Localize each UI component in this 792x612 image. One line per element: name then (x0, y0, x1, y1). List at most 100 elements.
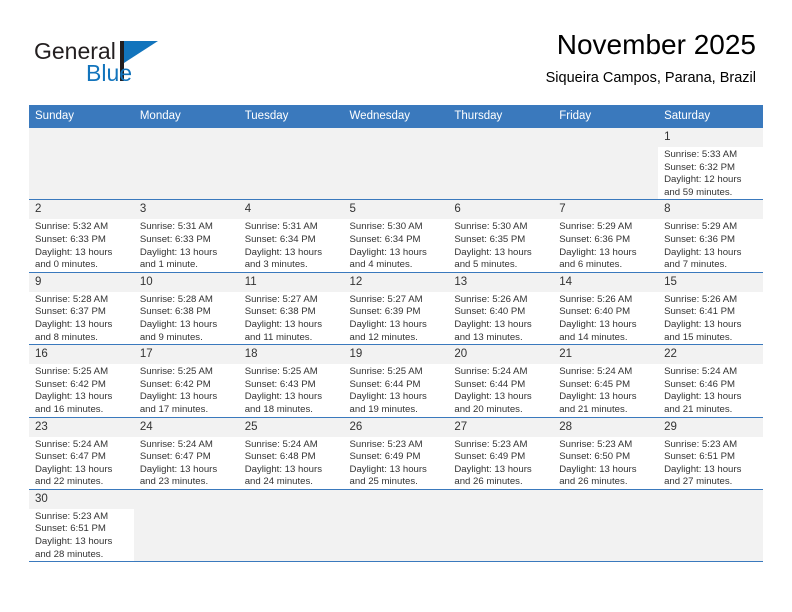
day-sun-details: Sunrise: 5:23 AM Sunset: 6:49 PM Daylight:… (344, 437, 449, 489)
daylight-text-line1: Daylight: 13 hours (454, 463, 532, 475)
day-cell-content: 2 Sunrise: 5:32 AM Sunset: 6:33 PM Daylight… (29, 200, 134, 271)
sunset-text: Sunset: 6:49 PM (349, 451, 421, 463)
calendar-day-cell[interactable]: 14 Sunrise: 5:26 AM Sunset: 6:40 PM Dayligh… (553, 272, 659, 346)
calendar-day-cell[interactable]: 25 Sunrise: 5:24 AM Sunset: 6:48 PM Dayligh… (238, 417, 344, 490)
day-sun-details: Sunrise: 5:26 AM Sunset: 6:40 PM Daylight:… (553, 292, 658, 344)
daylight-text-line2: and 4 minutes. (349, 259, 413, 271)
calendar-day-cell[interactable]: 22 Sunrise: 5:24 AM Sunset: 6:46 PM Dayligh… (658, 344, 763, 418)
sunrise-text: Sunrise: 5:24 AM (664, 366, 738, 378)
weekday-header-friday: Friday (553, 105, 659, 128)
daylight-text-line2: and 25 minutes. (349, 476, 418, 488)
daylight-text-line2: and 11 minutes. (244, 331, 313, 343)
sunrise-text: Sunrise: 5:24 AM (244, 438, 318, 450)
calendar-day-cell[interactable]: 19 Sunrise: 5:25 AM Sunset: 6:44 PM Dayligh… (343, 344, 449, 418)
day-sun-details: Sunrise: 5:24 AM Sunset: 6:48 PM Daylight:… (239, 437, 344, 489)
calendar-day-cell[interactable]: 23 Sunrise: 5:24 AM Sunset: 6:47 PM Dayligh… (29, 417, 134, 490)
calendar-day-cell[interactable]: 1 Sunrise: 5:33 AM Sunset: 6:32 PM Daylight… (658, 128, 763, 201)
calendar-day-cell[interactable]: 28 Sunrise: 5:23 AM Sunset: 6:50 PM Dayligh… (553, 417, 659, 490)
page-title: November 2025 (556, 29, 756, 60)
day-sun-details: Sunrise: 5:24 AM Sunset: 6:47 PM Daylight:… (134, 437, 239, 489)
calendar-day-cell[interactable]: 29 Sunrise: 5:23 AM Sunset: 6:51 PM Dayligh… (658, 417, 763, 490)
daylight-text-line1: Daylight: 13 hours (139, 246, 218, 258)
daylight-text-line1: Daylight: 13 hours (454, 246, 532, 258)
calendar-day-cell[interactable]: 7 Sunrise: 5:29 AM Sunset: 6:36 PM Daylight… (553, 199, 659, 273)
daylight-text-line1: Daylight: 13 hours (35, 246, 113, 258)
calendar-day-cell[interactable]: 4 Sunrise: 5:31 AM Sunset: 6:34 PM Daylight… (238, 199, 344, 273)
daylight-text-line1: Daylight: 13 hours (559, 318, 637, 330)
daylight-text-line2: and 12 minutes. (349, 331, 418, 343)
day-cell-content: 28 Sunrise: 5:23 AM Sunset: 6:50 PM Dayligh… (553, 417, 659, 489)
calendar-day-cell[interactable]: 18 Sunrise: 5:25 AM Sunset: 6:43 PM Dayligh… (238, 344, 344, 418)
daylight-text-line1: Daylight: 13 hours (349, 463, 427, 475)
daylight-text-line1: Daylight: 13 hours (559, 246, 637, 258)
day-sun-details: Sunrise: 5:31 AM Sunset: 6:33 PM Daylight:… (134, 219, 239, 271)
day-number: 25 (238, 417, 344, 437)
calendar-day-cell[interactable]: 10 Sunrise: 5:28 AM Sunset: 6:38 PM Dayligh… (133, 272, 239, 346)
daylight-text-line1: Daylight: 13 hours (664, 246, 742, 258)
sunrise-text: Sunrise: 5:23 AM (349, 438, 423, 450)
daylight-text-line2: and 5 minutes. (454, 259, 518, 271)
day-sun-details: Sunrise: 5:28 AM Sunset: 6:37 PM Daylight:… (29, 292, 134, 344)
calendar-day-cell[interactable]: 11 Sunrise: 5:27 AM Sunset: 6:38 PM Dayligh… (238, 272, 344, 346)
location-subtitle: Siqueira Campos, Parana, Brazil (545, 70, 756, 86)
day-number: 29 (658, 417, 763, 437)
sunset-text: Sunset: 6:34 PM (349, 233, 421, 245)
daylight-text-line2: and 9 minutes. (139, 331, 203, 343)
day-sun-details: Sunrise: 5:25 AM Sunset: 6:44 PM Daylight:… (344, 364, 449, 416)
day-sun-details: Sunrise: 5:23 AM Sunset: 6:51 PM Daylight:… (29, 509, 134, 561)
daylight-text-line2: and 26 minutes. (559, 476, 628, 488)
calendar-day-cell[interactable]: 12 Sunrise: 5:27 AM Sunset: 6:39 PM Dayligh… (343, 272, 449, 346)
daylight-text-line2: and 6 minutes. (559, 259, 623, 271)
calendar-day-cell[interactable]: 9 Sunrise: 5:28 AM Sunset: 6:37 PM Daylight… (29, 272, 134, 346)
day-number: 7 (553, 200, 659, 220)
sunset-text: Sunset: 6:35 PM (454, 233, 526, 245)
calendar-day-cell[interactable]: 30 Sunrise: 5:23 AM Sunset: 6:51 PM Dayligh… (29, 489, 134, 563)
sunset-text: Sunset: 6:46 PM (664, 378, 735, 390)
calendar-day-cell[interactable]: 6 Sunrise: 5:30 AM Sunset: 6:35 PM Daylight… (448, 199, 554, 273)
calendar-day-cell[interactable]: 20 Sunrise: 5:24 AM Sunset: 6:44 PM Dayligh… (448, 344, 554, 418)
day-number: 28 (553, 417, 659, 437)
daylight-text-line2: and 23 minutes. (139, 476, 209, 488)
day-sun-details: Sunrise: 5:26 AM Sunset: 6:40 PM Daylight:… (448, 292, 553, 344)
calendar-body: 1 Sunrise: 5:33 AM Sunset: 6:32 PM Daylight… (29, 128, 763, 563)
day-sun-details: Sunrise: 5:24 AM Sunset: 6:46 PM Daylight:… (658, 364, 763, 416)
daylight-text-line1: Daylight: 13 hours (35, 391, 113, 403)
calendar-day-cell[interactable]: 8 Sunrise: 5:29 AM Sunset: 6:36 PM Daylight… (658, 199, 763, 273)
day-number: 27 (448, 417, 554, 437)
calendar-day-cell[interactable]: 21 Sunrise: 5:24 AM Sunset: 6:45 PM Dayligh… (553, 344, 659, 418)
page-header: General Blue November 2025 Siqueira Camp… (0, 0, 792, 104)
daylight-text-line1: Daylight: 13 hours (454, 318, 532, 330)
calendar-day-cell[interactable]: 13 Sunrise: 5:26 AM Sunset: 6:40 PM Dayligh… (448, 272, 554, 346)
daylight-text-line1: Daylight: 13 hours (559, 391, 637, 403)
calendar-day-cell[interactable]: 16 Sunrise: 5:25 AM Sunset: 6:42 PM Dayligh… (29, 344, 134, 418)
calendar-cell-empty (448, 489, 554, 563)
sunset-text: Sunset: 6:51 PM (664, 451, 735, 463)
calendar-week-row: 1 Sunrise: 5:33 AM Sunset: 6:32 PM Daylight… (29, 128, 763, 201)
daylight-text-line2: and 20 minutes. (454, 403, 523, 415)
sunrise-text: Sunrise: 5:24 AM (35, 438, 109, 450)
day-sun-details: Sunrise: 5:23 AM Sunset: 6:51 PM Daylight:… (658, 437, 763, 489)
calendar-day-cell[interactable]: 3 Sunrise: 5:31 AM Sunset: 6:33 PM Daylight… (133, 199, 239, 273)
general-blue-logo[interactable]: General Blue (34, 38, 214, 94)
sunset-text: Sunset: 6:32 PM (664, 161, 735, 173)
sunset-text: Sunset: 6:38 PM (244, 306, 316, 318)
daylight-text-line1: Daylight: 13 hours (349, 391, 427, 403)
calendar-day-cell[interactable]: 17 Sunrise: 5:25 AM Sunset: 6:42 PM Dayligh… (133, 344, 239, 418)
calendar-day-cell[interactable]: 26 Sunrise: 5:23 AM Sunset: 6:49 PM Dayligh… (343, 417, 449, 490)
daylight-text-line2: and 1 minute. (139, 259, 198, 271)
day-number: 12 (343, 272, 449, 292)
calendar-day-cell[interactable]: 5 Sunrise: 5:30 AM Sunset: 6:34 PM Daylight… (343, 199, 449, 273)
day-number: 24 (133, 417, 239, 437)
daylight-text-line1: Daylight: 13 hours (35, 536, 113, 548)
daylight-text-line1: Daylight: 13 hours (139, 318, 218, 330)
day-cell-content: 5 Sunrise: 5:30 AM Sunset: 6:34 PM Daylight… (343, 200, 449, 271)
sunset-text: Sunset: 6:45 PM (559, 378, 631, 390)
sunrise-text: Sunrise: 5:25 AM (139, 366, 213, 378)
calendar-day-cell[interactable]: 24 Sunrise: 5:24 AM Sunset: 6:47 PM Dayligh… (133, 417, 239, 490)
calendar-day-cell[interactable]: 2 Sunrise: 5:32 AM Sunset: 6:33 PM Daylight… (29, 199, 134, 273)
sunset-text: Sunset: 6:41 PM (664, 306, 735, 318)
calendar-day-cell[interactable]: 15 Sunrise: 5:26 AM Sunset: 6:41 PM Dayligh… (658, 272, 763, 346)
day-number: 22 (658, 345, 763, 365)
calendar-day-cell[interactable]: 27 Sunrise: 5:23 AM Sunset: 6:49 PM Dayligh… (448, 417, 554, 490)
daylight-text-line1: Daylight: 13 hours (664, 391, 742, 403)
